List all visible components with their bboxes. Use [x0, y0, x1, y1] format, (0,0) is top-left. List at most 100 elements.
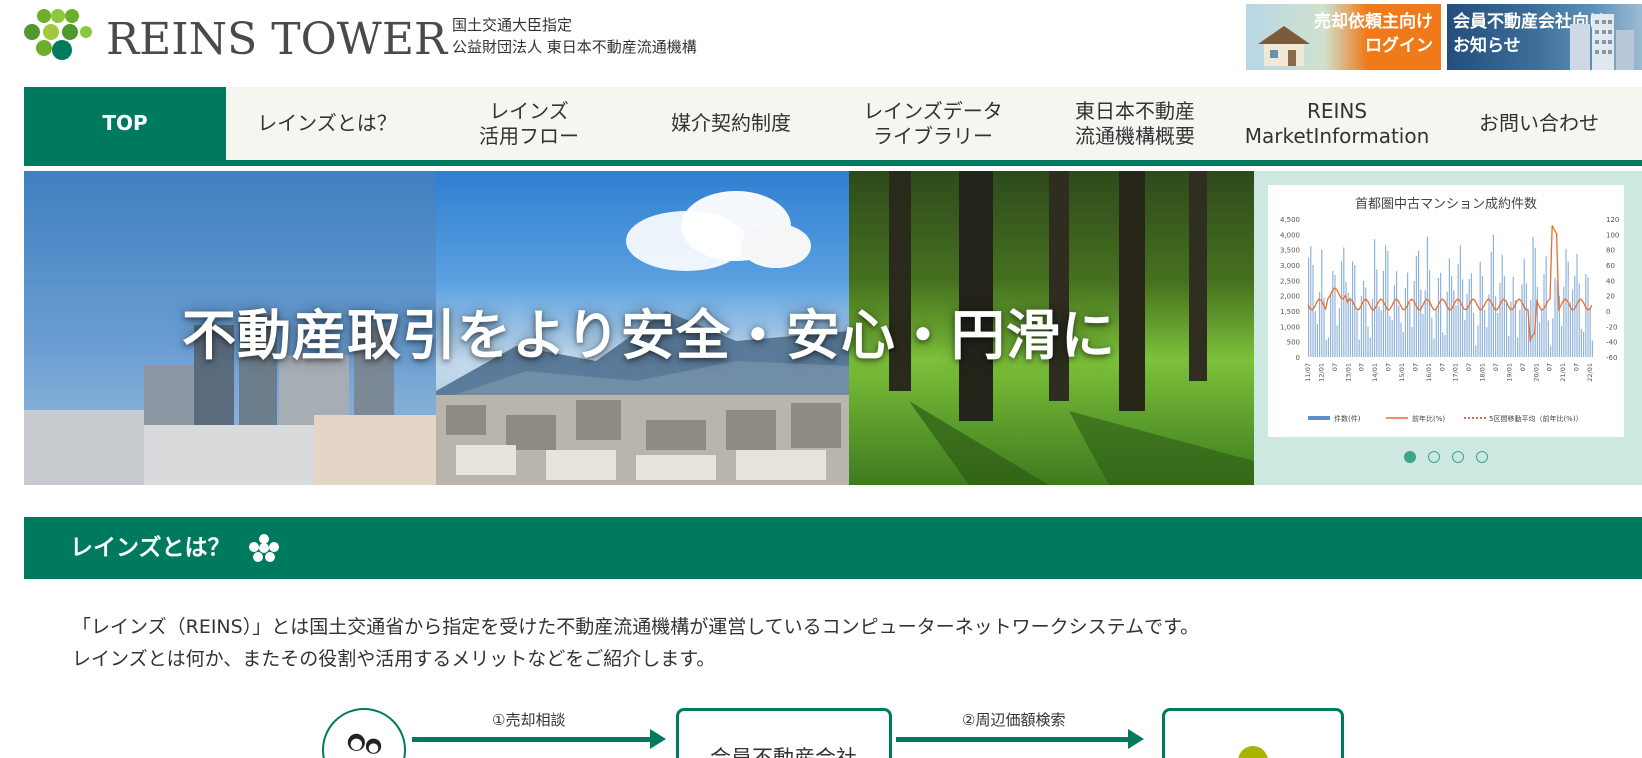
chart-x-tick: 19/01 [1505, 363, 1513, 382]
hero-slide-image[interactable]: 不動産取引をより安全・安心・円滑に [24, 171, 1254, 485]
chart-right-tick: 100 [1606, 231, 1619, 239]
chart-right-tick: 0 [1606, 308, 1610, 316]
chart-bar [1534, 247, 1536, 357]
chart-x-tick: 07 [1358, 363, 1366, 371]
chart-bar [1413, 280, 1415, 357]
nav-item-brokerage-contract[interactable]: 媒介契約制度 [630, 87, 832, 160]
chart-bar [1396, 271, 1398, 357]
chart-x-tick: 20/01 [1532, 363, 1540, 382]
chart-bar [1385, 245, 1387, 357]
chart-bar [1569, 302, 1571, 357]
chart-bar [1442, 332, 1444, 357]
organization-name: 国土交通大臣指定 公益財団法人 東日本不動産流通機構 [452, 14, 697, 58]
chart-bar [1462, 279, 1464, 357]
legend-moving-average: 5区間移動平均（前年比(%)） [1489, 414, 1583, 423]
chart-right-tick: -40 [1606, 339, 1617, 347]
reins-flow-diagram: ①売却相談 会員不動産会社 ②周辺価額検索 [0, 700, 1642, 758]
carousel-dot-1[interactable] [1404, 451, 1416, 463]
section-intro: 「レインズ（REINS）」とは国土交通省から指定を受けた不動産流通機構が運営して… [72, 611, 1199, 675]
site-header: REINS TOWER 国土交通大臣指定 公益財団法人 東日本不動産流通機構 売… [0, 0, 1642, 87]
chart-bar [1492, 234, 1494, 357]
carousel-dot-3[interactable] [1452, 451, 1464, 463]
chart-x-tick: 22/01 [1586, 363, 1594, 382]
chart-bar [1312, 264, 1314, 357]
flow-step2-label: ②周辺価額検索 [962, 711, 1066, 729]
main-nav: TOP レインズとは？ レインズ 活用フロー 媒介契約制度 レインズデータ ライ… [24, 87, 1642, 166]
chart-bar [1356, 310, 1358, 357]
chart-left-tick: 500 [1287, 339, 1300, 347]
market-chart-card[interactable]: 4,500 4,000 3,500 3,000 2,500 2,000 1,500 1,000… [1268, 185, 1624, 437]
chart-bar [1363, 280, 1365, 357]
logo-text[interactable]: REINS TOWER [106, 8, 447, 72]
chart-x-tick: 07 [1331, 363, 1339, 371]
chart-left-tick: 2,000 [1280, 293, 1300, 301]
chart-bar [1488, 294, 1490, 357]
legend-count: 件数(件) [1334, 414, 1361, 423]
chart-bar [1365, 287, 1367, 357]
chart-bar [1345, 282, 1347, 357]
chart-bar [1508, 335, 1510, 357]
chart-bar [1512, 276, 1514, 357]
chart-bar [1343, 247, 1345, 357]
nav-item-about-reins[interactable]: レインズとは？ [226, 87, 428, 160]
legend-swatch-count [1308, 416, 1330, 420]
chart-bar [1574, 275, 1576, 357]
legend-yoy: 前年比(%) [1412, 414, 1445, 423]
nav-item-data-library[interactable]: レインズデータ ライブラリー [832, 87, 1034, 160]
seller-login-button[interactable]: 売却依頼主向け ログイン [1246, 4, 1441, 70]
member-notice-button[interactable]: 会員不動産会社向け お知らせ [1447, 4, 1642, 70]
chart-bar [1354, 264, 1356, 357]
chart-right-tick: -60 [1606, 354, 1617, 362]
chart-bar [1400, 322, 1402, 357]
chart-bar [1547, 320, 1549, 357]
chart-bar [1519, 309, 1521, 357]
chart-bar [1552, 318, 1554, 357]
chart-bar [1470, 273, 1472, 357]
chart-right-tick: 60 [1606, 262, 1615, 270]
chart-bar [1530, 300, 1532, 357]
carousel-dot-2[interactable] [1428, 451, 1440, 463]
chart-bar [1431, 317, 1433, 357]
chart-bar [1543, 273, 1545, 357]
client-person-icon [322, 708, 406, 758]
chart-bar [1585, 274, 1587, 357]
chart-bar [1448, 258, 1450, 357]
chart-bar [1444, 334, 1446, 357]
chart-bar [1521, 284, 1523, 357]
chart-bar [1481, 275, 1483, 357]
chart-left-tick: 4,500 [1280, 216, 1300, 224]
org-designation: 国土交通大臣指定 [452, 16, 573, 34]
chart-bar [1411, 327, 1413, 357]
chart-x-tick: 12/01 [1317, 363, 1325, 382]
chart-x-tick: 07 [1546, 363, 1554, 371]
chart-bar [1578, 283, 1580, 357]
nav-item-contact[interactable]: お問い合わせ [1438, 87, 1640, 160]
chart-bar [1501, 254, 1503, 357]
chart-bar [1314, 311, 1316, 357]
chart-bar [1455, 305, 1457, 357]
chart-bar [1341, 261, 1343, 357]
intro-line-2: レインズとは何か、またその役割や活用するメリットなどをご紹介します。 [72, 648, 716, 670]
chart-x-tick: 14/01 [1371, 363, 1379, 382]
chart-bar [1506, 303, 1508, 357]
chart-bar [1437, 277, 1439, 357]
chart-bar [1583, 331, 1585, 357]
chart-bar [1591, 340, 1593, 357]
market-chart: 4,500 4,000 3,500 3,000 2,500 2,000 1,500 1,000… [1280, 216, 1619, 423]
chart-bar [1541, 308, 1543, 357]
reins-logo-icon[interactable] [22, 8, 92, 62]
nav-item-usage-flow[interactable]: レインズ 活用フロー [428, 87, 630, 160]
nav-item-market-information[interactable]: REINS MarketInformation [1236, 87, 1438, 160]
chart-bar [1378, 306, 1380, 357]
market-chart-panel[interactable]: 4,500 4,000 3,500 3,000 2,500 2,000 1,500 1,000… [1254, 171, 1642, 485]
chart-x-tick: 07 [1519, 363, 1527, 371]
chart-bar [1499, 282, 1501, 357]
nav-item-top[interactable]: TOP [24, 87, 226, 160]
carousel-dot-4[interactable] [1476, 451, 1488, 463]
chart-bar [1475, 345, 1477, 357]
chart-right-tick: 80 [1606, 247, 1615, 255]
chart-bar [1486, 327, 1488, 357]
nav-item-organization-overview[interactable]: 東日本不動産 流通機構概要 [1034, 87, 1236, 160]
chart-bar [1409, 302, 1411, 357]
chart-bar [1316, 323, 1318, 357]
